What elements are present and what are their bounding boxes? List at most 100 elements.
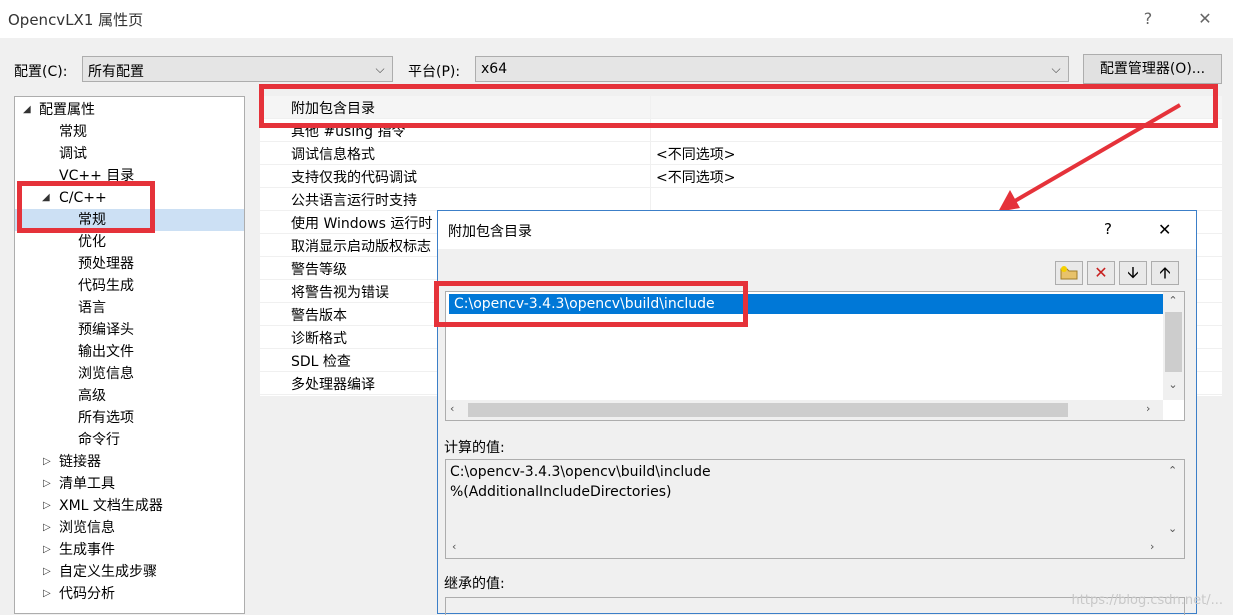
tree-item-label: 命令行 xyxy=(78,432,120,448)
computed-value-box: C:\opencv-3.4.3\opencv\build\include %(A… xyxy=(445,459,1185,559)
dialog-title-bar: 附加包含目录 ? ✕ xyxy=(438,211,1196,249)
scroll-up-icon: ⌃ xyxy=(1168,464,1178,477)
close-button[interactable]: ✕ xyxy=(1192,6,1218,32)
window-title: OpencvLX1 属性页 xyxy=(8,11,144,29)
collapsed-triangle-icon: ▷ xyxy=(43,522,51,533)
grid-key: 诊断格式 xyxy=(291,331,347,347)
computed-label: 计算的值: xyxy=(444,440,505,456)
tree-item[interactable]: 优化 xyxy=(15,231,244,253)
vertical-scrollbar[interactable]: ⌃ ⌄ xyxy=(1163,292,1184,400)
tree-item[interactable]: ▷ 生成事件 xyxy=(15,539,244,561)
tree-item-label: 生成事件 xyxy=(59,542,115,558)
include-dirs-dialog: 附加包含目录 ? ✕ ✕ 🡫 🡩 C:\opencv-3.4.3\opencv\… xyxy=(434,210,1197,615)
tree-item[interactable]: 调试 xyxy=(15,143,244,165)
delete-icon[interactable]: ✕ xyxy=(1087,261,1115,285)
dialog-title: 附加包含目录 xyxy=(448,224,532,240)
tree-item[interactable]: 语言 xyxy=(15,297,244,319)
tree-item[interactable]: 代码生成 xyxy=(15,275,244,297)
grid-key: 使用 Windows 运行时 xyxy=(291,216,433,232)
grid-key: 调试信息格式 xyxy=(291,147,375,163)
tree-item-label: 所有选项 xyxy=(78,410,134,426)
tree-item-label: 浏览信息 xyxy=(78,366,134,382)
tree-item[interactable]: 命令行 xyxy=(15,429,244,451)
scroll-up-icon[interactable]: ⌃ xyxy=(1166,294,1180,307)
tree-item-label: 预编译头 xyxy=(78,322,134,338)
computed-line: C:\opencv-3.4.3\opencv\build\include xyxy=(450,464,711,480)
grid-key: SDL 检查 xyxy=(291,354,351,370)
tree-item[interactable]: ▷ 代码分析 xyxy=(15,583,244,605)
inherited-label: 继承的值: xyxy=(444,576,505,592)
highlight-box-cpp xyxy=(17,181,155,233)
scroll-thumb[interactable] xyxy=(1165,312,1182,372)
scroll-right-icon[interactable]: › xyxy=(1146,402,1150,415)
collapsed-triangle-icon: ▷ xyxy=(43,478,51,489)
tree-item-label: 清单工具 xyxy=(59,476,115,492)
tree-item-label: 自定义生成步骤 xyxy=(59,564,157,580)
collapsed-triangle-icon: ▷ xyxy=(43,500,51,511)
computed-line: %(AdditionalIncludeDirectories) xyxy=(450,484,672,500)
tree-item-label: 语言 xyxy=(78,300,106,316)
highlight-box-path xyxy=(434,281,748,327)
dialog-close-button[interactable]: ✕ xyxy=(1158,220,1171,239)
grid-key: 公共语言运行时支持 xyxy=(291,193,417,209)
tree-item[interactable]: 所有选项 xyxy=(15,407,244,429)
tree-item-label: 链接器 xyxy=(59,454,101,470)
collapsed-triangle-icon: ▷ xyxy=(43,566,51,577)
scroll-right-icon: › xyxy=(1150,540,1155,553)
platform-label: 平台(P): xyxy=(408,64,461,80)
grid-key: 将警告视为错误 xyxy=(291,285,389,301)
grid-key: 警告等级 xyxy=(291,262,347,278)
collapsed-triangle-icon: ▷ xyxy=(43,544,51,555)
config-combo[interactable]: 所有配置 ⌵ xyxy=(82,56,393,82)
tree-item-config-properties[interactable]: ◢ 配置属性 xyxy=(15,99,244,121)
tree-item[interactable]: 输出文件 xyxy=(15,341,244,363)
annotation-arrow-icon xyxy=(998,103,1182,212)
tree-item[interactable]: ▷ 清单工具 xyxy=(15,473,244,495)
collapsed-triangle-icon: ▷ xyxy=(43,588,51,599)
tree-item-label: 优化 xyxy=(78,234,106,250)
tree-item[interactable]: ▷ XML 文档生成器 xyxy=(15,495,244,517)
chevron-down-icon: ⌵ xyxy=(1051,62,1061,76)
config-value: 所有配置 xyxy=(88,64,144,80)
tree-item[interactable]: 高级 xyxy=(15,385,244,407)
collapsed-triangle-icon: ▷ xyxy=(43,456,51,467)
scroll-left-icon[interactable]: ‹ xyxy=(450,402,454,415)
scroll-left-icon: ‹ xyxy=(452,540,457,553)
new-folder-icon[interactable] xyxy=(1055,261,1083,285)
horizontal-scrollbar[interactable]: ‹ › xyxy=(446,400,1163,420)
tree-item[interactable]: ▷ 链接器 xyxy=(15,451,244,473)
tree-item[interactable]: 浏览信息 xyxy=(15,363,244,385)
tree-item-label: 浏览信息 xyxy=(59,520,115,536)
tree-item[interactable]: 预处理器 xyxy=(15,253,244,275)
grid-key: 多处理器编译 xyxy=(291,377,375,393)
title-bar: OpencvLX1 属性页 ? ✕ xyxy=(0,0,1233,38)
platform-value: x64 xyxy=(481,61,508,77)
chevron-down-icon: ⌵ xyxy=(375,62,385,76)
property-tree: ◢ 配置属性 常规 调试 VC++ 目录 ◢ C/C++ 常规 优化 预处理器 … xyxy=(14,96,245,614)
tree-item-label: 输出文件 xyxy=(78,344,134,360)
help-button[interactable]: ? xyxy=(1135,6,1161,32)
tree-item[interactable]: ▷ 浏览信息 xyxy=(15,517,244,539)
grid-key: 取消显示启动版权标志 xyxy=(291,239,431,255)
scroll-down-icon: ⌄ xyxy=(1168,522,1178,535)
expanded-triangle-icon: ◢ xyxy=(23,104,31,115)
tree-item-label: 代码生成 xyxy=(78,278,134,294)
watermark: https://blog.csdn.net/... xyxy=(1071,593,1223,608)
move-up-icon[interactable]: 🡩 xyxy=(1151,261,1179,285)
tree-item[interactable]: 预编译头 xyxy=(15,319,244,341)
grid-key: 支持仅我的代码调试 xyxy=(291,170,417,186)
tree-item-label: 预处理器 xyxy=(78,256,134,272)
dialog-help-button[interactable]: ? xyxy=(1104,220,1112,238)
tree-item-label: 配置属性 xyxy=(39,102,95,118)
scroll-down-icon[interactable]: ⌄ xyxy=(1166,378,1180,391)
tree-item-label: XML 文档生成器 xyxy=(59,498,163,514)
tree-item[interactable]: ▷ 自定义生成步骤 xyxy=(15,561,244,583)
tree-item-label: 代码分析 xyxy=(59,586,115,602)
config-manager-button[interactable]: 配置管理器(O)... xyxy=(1083,54,1222,84)
tree-item[interactable]: 常规 xyxy=(15,121,244,143)
grid-value: <不同选项> xyxy=(656,147,736,163)
config-label: 配置(C): xyxy=(14,64,68,80)
move-down-icon[interactable]: 🡫 xyxy=(1119,261,1147,285)
scroll-thumb[interactable] xyxy=(468,403,1068,417)
platform-combo[interactable]: x64 ⌵ xyxy=(475,56,1069,82)
